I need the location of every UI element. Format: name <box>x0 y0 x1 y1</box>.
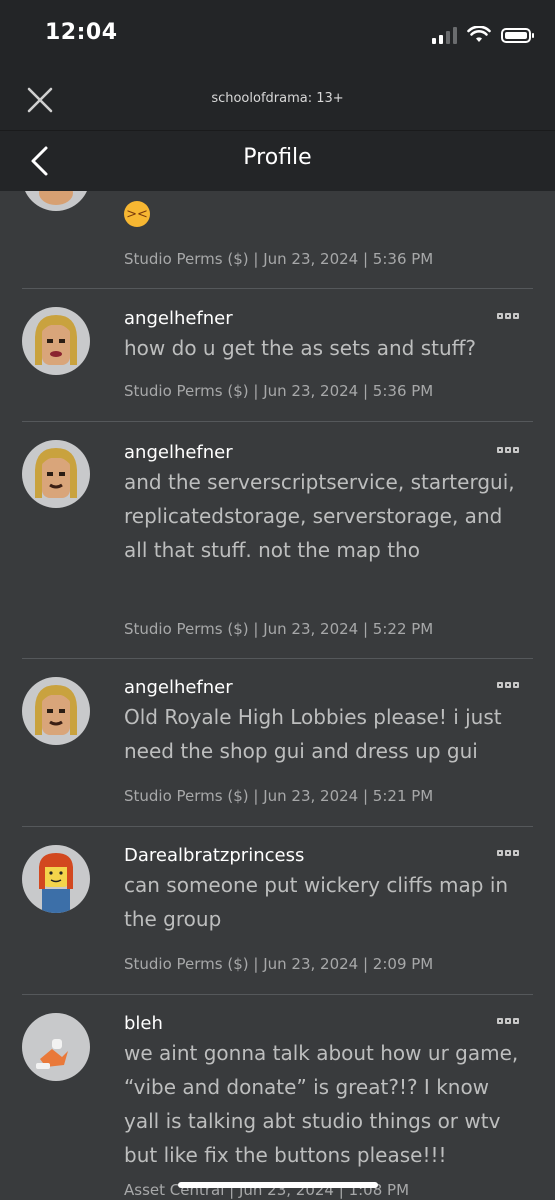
more-options-icon[interactable] <box>497 850 523 860</box>
wall-post: >< Studio Perms ($) | Jun 23, 2024 | 5:3… <box>22 191 533 289</box>
wall-post: bleh we aint gonna talk about how ur gam… <box>22 995 533 1200</box>
wifi-icon <box>467 26 491 42</box>
post-message: we aint gonna talk about how ur game, “v… <box>124 1041 519 1167</box>
more-options-icon[interactable] <box>497 682 523 692</box>
battery-icon <box>501 27 534 43</box>
webview-title: schoolofdrama: 13+ <box>211 91 344 106</box>
wall-post: angelhefner and the serverscriptservice,… <box>22 422 533 659</box>
avatar[interactable] <box>22 845 90 913</box>
post-meta: Studio Perms ($) | Jun 23, 2024 | 2:09 P… <box>124 955 434 973</box>
post-author[interactable]: bleh <box>124 1013 163 1034</box>
post-message: how do u get the as sets and stuff? <box>124 336 477 360</box>
post-message: and the serverscriptservice, startergui,… <box>124 470 515 562</box>
webview-bar: schoolofdrama: 13+ <box>0 70 555 131</box>
wall-post: angelhefner how do u get the as sets and… <box>22 288 533 422</box>
post-author[interactable]: angelhefner <box>124 442 233 463</box>
avatar[interactable] <box>22 1013 90 1081</box>
post-meta: Studio Perms ($) | Jun 23, 2024 | 5:36 P… <box>124 382 434 400</box>
post-message: can someone put wickery cliffs map in th… <box>124 873 509 931</box>
avatar[interactable] <box>22 307 90 375</box>
cellular-signal-icon <box>432 26 457 44</box>
post-author[interactable]: angelhefner <box>124 677 233 698</box>
more-options-icon[interactable] <box>497 447 523 457</box>
home-indicator[interactable] <box>178 1182 378 1188</box>
post-author[interactable]: Darealbratzprincess <box>124 845 304 866</box>
status-icons <box>432 24 534 46</box>
post-meta: Studio Perms ($) | Jun 23, 2024 | 5:22 P… <box>124 620 434 638</box>
post-message: Old Royale High Lobbies please! i just n… <box>124 705 502 763</box>
post-meta: Studio Perms ($) | Jun 23, 2024 | 5:36 P… <box>124 250 434 268</box>
post-meta: Studio Perms ($) | Jun 23, 2024 | 5:21 P… <box>124 787 434 805</box>
wall-feed: >< Studio Perms ($) | Jun 23, 2024 | 5:3… <box>0 191 555 1200</box>
more-options-icon[interactable] <box>497 1018 523 1028</box>
nav-bar: Profile <box>0 131 555 191</box>
wall-post: angelhefner Old Royale High Lobbies plea… <box>22 659 533 827</box>
status-bar: 12:04 <box>0 0 555 70</box>
wall-post: Darealbratzprincess can someone put wick… <box>22 827 533 995</box>
post-author[interactable]: angelhefner <box>124 308 233 329</box>
persevering-face-emoji: >< <box>124 201 150 227</box>
avatar[interactable] <box>22 677 90 745</box>
avatar[interactable] <box>22 440 90 508</box>
more-options-icon[interactable] <box>497 313 523 323</box>
avatar[interactable] <box>22 191 90 211</box>
status-time: 12:04 <box>45 20 118 45</box>
page-title: Profile <box>243 145 312 170</box>
